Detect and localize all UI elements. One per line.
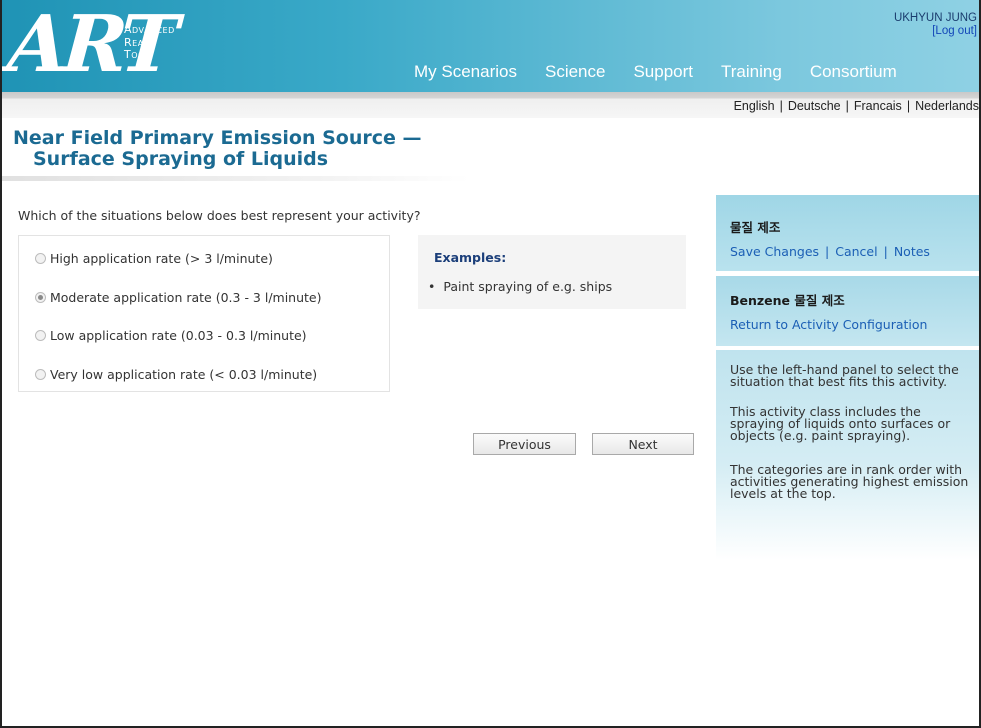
substance-name: Benzene xyxy=(730,293,791,308)
option-low-rate[interactable]: Low application rate (0.03 - 0.3 l/minut… xyxy=(35,327,307,343)
question-text: Which of the situations below does best … xyxy=(18,208,421,223)
help-text: Use the left-hand panel to select the si… xyxy=(730,362,959,389)
option-high-rate[interactable]: High application rate (> 3 l/minute) xyxy=(35,250,273,266)
option-label: Low application rate (0.03 - 0.3 l/minut… xyxy=(50,327,307,343)
radio-button[interactable] xyxy=(35,368,46,380)
notes-link[interactable]: Notes xyxy=(894,244,930,259)
language-links: English | Deutsche | Francais | Nederlands xyxy=(734,99,979,113)
radio-button[interactable] xyxy=(35,329,46,341)
radio-button[interactable] xyxy=(35,291,46,303)
nav-training[interactable]: Training xyxy=(707,62,796,88)
nav-my-scenarios[interactable]: My Scenarios xyxy=(400,62,531,88)
user-box: UKHYUN JUNG [Log out] xyxy=(894,12,977,38)
scenario-actions: Save Changes | Cancel | Notes xyxy=(730,244,930,259)
option-very-low-rate[interactable]: Very low application rate (< 0.03 l/minu… xyxy=(35,366,317,382)
activity-name: 물질 제조 xyxy=(790,293,845,308)
separator: | xyxy=(825,244,830,259)
logo-tag-line: Tool xyxy=(124,48,150,61)
cancel-link[interactable]: Cancel xyxy=(835,244,877,259)
logout-link[interactable]: [Log out] xyxy=(894,25,977,38)
scenario-title: 물질 제조 xyxy=(730,220,781,235)
option-label: Very low application rate (< 0.03 l/minu… xyxy=(50,366,318,382)
return-to-activity-link[interactable]: Return to Activity Configuration xyxy=(730,317,927,332)
nav-science[interactable]: Science xyxy=(531,62,619,88)
example-item: • Paint spraying of e.g. ships xyxy=(428,279,612,294)
activity-panel: Benzene 물질 제조 Return to Activity Configu… xyxy=(716,276,981,346)
help-panel: Use the left-hand panel to select the si… xyxy=(716,350,981,560)
option-moderate-rate[interactable]: Moderate application rate (0.3 - 3 l/min… xyxy=(35,289,322,305)
logo-tag-line: Advanced xyxy=(124,23,175,36)
separator: | xyxy=(906,99,911,113)
bullet-icon: • xyxy=(428,279,436,294)
separator: | xyxy=(845,99,849,113)
options-panel: High application rate (> 3 l/minute) Mod… xyxy=(18,235,390,392)
examples-box: Examples: • Paint spraying of e.g. ships xyxy=(418,235,686,309)
lang-english[interactable]: English xyxy=(734,99,775,113)
help-text: The categories are in rank order with ac… xyxy=(730,462,969,501)
nav-consortium[interactable]: Consortium xyxy=(796,62,911,88)
scenario-panel: 물질 제조 Save Changes | Cancel | Notes xyxy=(716,195,981,271)
separator: | xyxy=(883,244,888,259)
lang-francais[interactable]: Francais xyxy=(854,99,902,113)
previous-button[interactable]: Previous xyxy=(473,433,576,455)
main-nav: My Scenarios Science Support Training Co… xyxy=(400,62,911,88)
option-label: High application rate (> 3 l/minute) xyxy=(50,250,273,266)
examples-heading: Examples: xyxy=(434,250,507,265)
lang-deutsche[interactable]: Deutsche xyxy=(788,99,841,113)
logo-tagline: Advanced Reach Tool xyxy=(124,23,175,62)
example-text: Paint spraying of e.g. ships xyxy=(443,279,613,294)
nav-support[interactable]: Support xyxy=(619,62,707,88)
user-name: UKHYUN JUNG xyxy=(893,12,977,24)
separator: | xyxy=(779,99,783,113)
page-title-line2: Surface Spraying of Liquids xyxy=(33,148,329,170)
save-changes-link[interactable]: Save Changes xyxy=(730,244,819,259)
page-title-line1: Near Field Primary Emission Source — xyxy=(13,127,422,149)
page-title: Near Field Primary Emission Source — Sur… xyxy=(13,128,422,170)
next-button[interactable]: Next xyxy=(592,433,694,455)
option-label: Moderate application rate (0.3 - 3 l/min… xyxy=(50,289,322,305)
radio-button[interactable] xyxy=(35,252,46,264)
lang-nederlands[interactable]: Nederlands xyxy=(915,99,979,113)
site-header: ART Advanced Reach Tool UKHYUN JUNG [Log… xyxy=(0,0,981,92)
help-text: This activity class includes the sprayin… xyxy=(730,404,951,443)
language-bar: English | Deutsche | Francais | Nederlands xyxy=(0,92,981,118)
title-divider xyxy=(0,176,470,181)
activity-title: Benzene 물질 제조 xyxy=(730,290,845,309)
